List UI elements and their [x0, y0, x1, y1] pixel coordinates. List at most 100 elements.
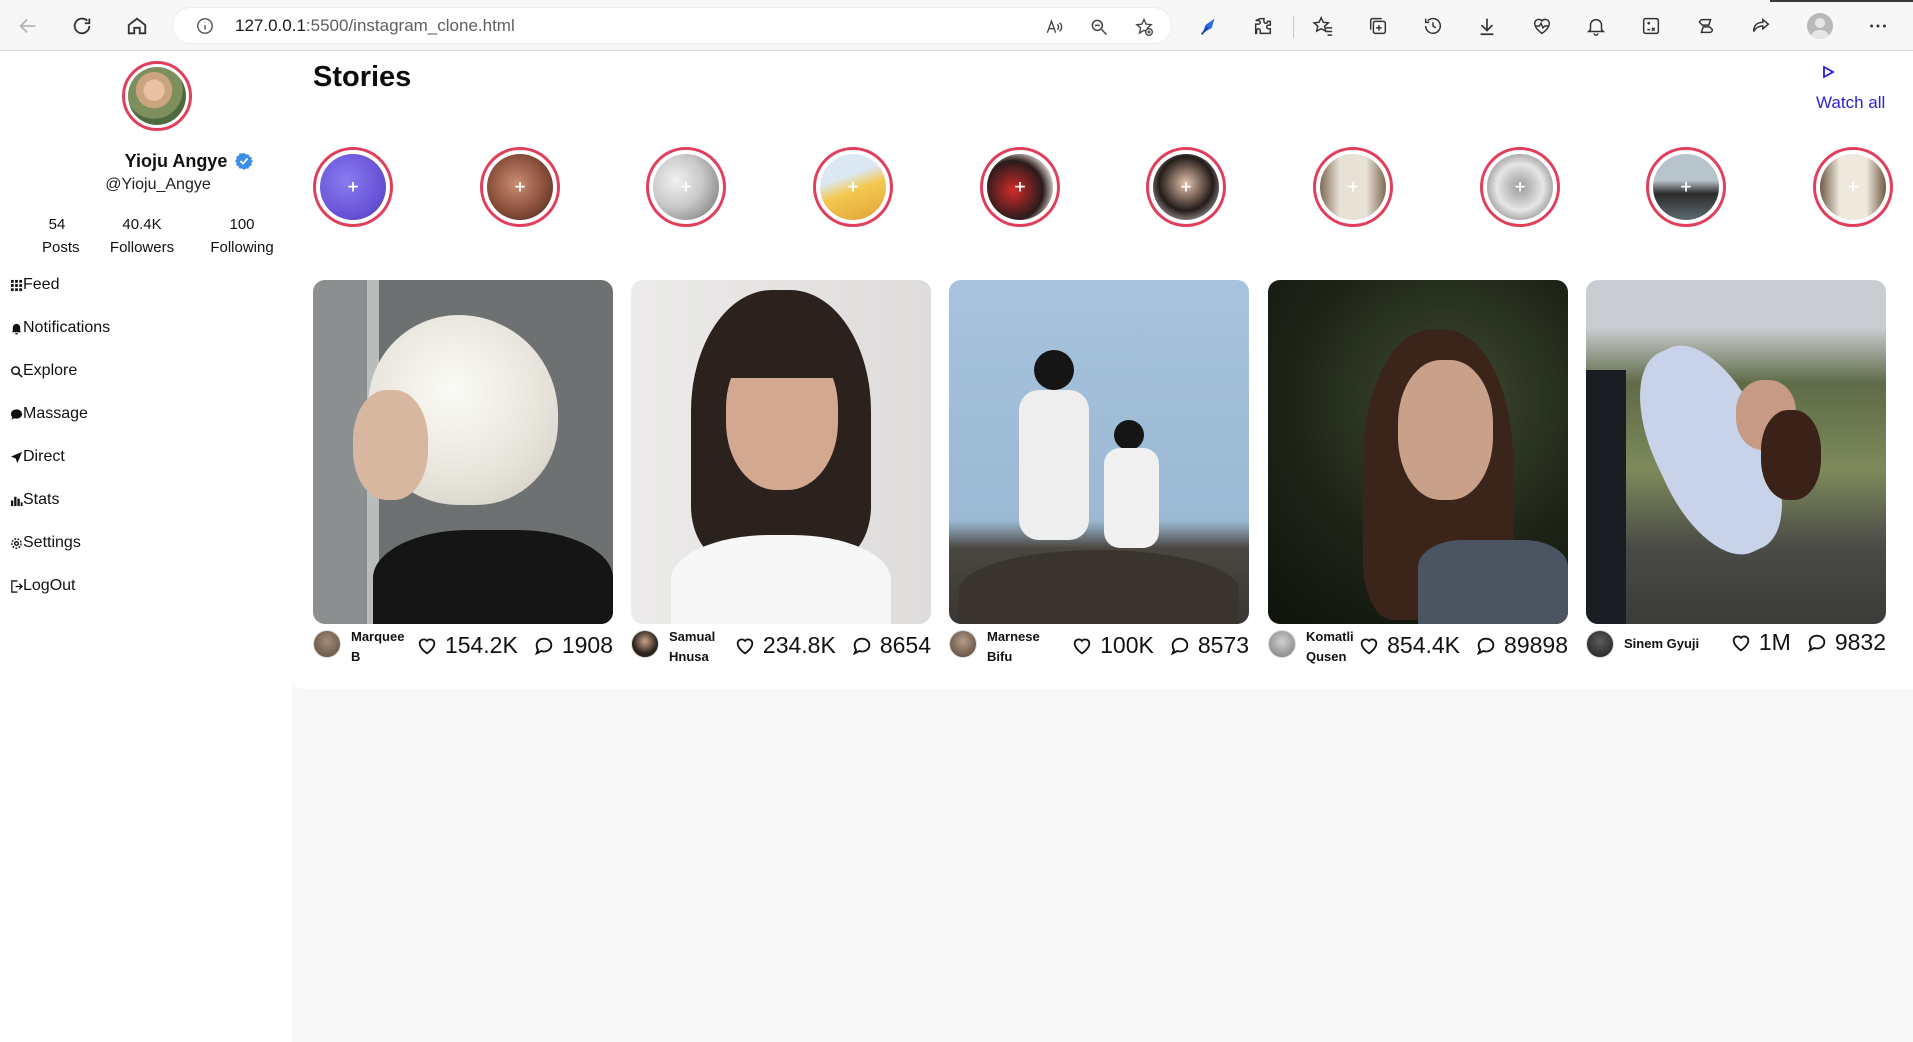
sidebar-item-logout[interactable]: LogOut — [9, 577, 110, 620]
copilot-icon[interactable] — [1690, 10, 1722, 42]
favorites-icon[interactable] — [1307, 10, 1339, 42]
sidebar-item-direct[interactable]: Direct — [9, 448, 110, 491]
refresh-icon[interactable] — [66, 10, 98, 42]
comments-count: 9832 — [1834, 629, 1886, 655]
zoom-icon[interactable] — [1088, 16, 1110, 38]
share-icon[interactable] — [1745, 10, 1777, 42]
sidebar-item-label: Settings — [23, 534, 81, 551]
story-circle[interactable]: + — [646, 147, 726, 227]
browser-profile-avatar[interactable] — [1807, 13, 1833, 39]
stat-following[interactable]: 100 Following — [205, 216, 279, 256]
home-icon[interactable] — [121, 10, 153, 42]
sidebar-item-notifications[interactable]: Notifications — [9, 319, 110, 362]
author-first: Samual — [669, 629, 716, 644]
add-story-icon: + — [679, 177, 693, 196]
stat-followers[interactable]: 40.4K Followers — [106, 216, 178, 256]
post-metrics: 234.8K 8654 — [733, 632, 931, 659]
sidebar-item-label: Direct — [23, 448, 65, 465]
play-icon[interactable] — [1819, 63, 1837, 81]
post-image[interactable] — [313, 280, 613, 624]
add-story-icon: + — [1179, 177, 1193, 196]
likes-count: 234.8K — [762, 632, 836, 658]
collections-icon[interactable] — [1362, 10, 1394, 42]
post-footer: Sinem Gyuji 1M 9832 — [1586, 624, 1886, 664]
watch-all-link[interactable]: Watch all — [1816, 93, 1885, 113]
sidebar-item-massage[interactable]: Massage — [9, 405, 110, 448]
avatar[interactable] — [313, 630, 341, 658]
avatar[interactable] — [631, 630, 659, 658]
story-circle[interactable]: + — [313, 147, 393, 227]
sidebar-item-explore[interactable]: Explore — [9, 362, 110, 405]
url-text[interactable]: 127.0.0.1:5500/instagram_clone.html — [235, 16, 515, 36]
comment-icon[interactable] — [532, 634, 556, 658]
post-author[interactable]: Marnese Bifu — [987, 627, 1057, 667]
comment-icon[interactable] — [1474, 634, 1498, 658]
story-circle[interactable]: + — [480, 147, 560, 227]
story-circle[interactable]: + — [1646, 147, 1726, 227]
profile-avatar[interactable] — [122, 61, 192, 131]
heart-icon[interactable] — [1357, 634, 1381, 658]
sidebar-item-feed[interactable]: Feed — [9, 276, 110, 319]
back-icon[interactable] — [12, 10, 44, 42]
bar-chart-icon — [9, 493, 23, 507]
author-first: Komatli — [1306, 629, 1354, 644]
chat-bubble-icon — [9, 407, 23, 421]
post-metrics: 100K 8573 — [1070, 632, 1249, 659]
comment-icon[interactable] — [1168, 634, 1192, 658]
author-last: Hnusa — [669, 649, 709, 664]
heart-icon[interactable] — [1729, 631, 1753, 655]
sidebar-item-stats[interactable]: Stats — [9, 491, 110, 534]
avatar[interactable] — [949, 630, 977, 658]
downloads-icon[interactable] — [1471, 10, 1503, 42]
site-info-icon[interactable] — [195, 16, 215, 36]
read-aloud-icon[interactable] — [1043, 16, 1065, 38]
comment-icon[interactable] — [850, 634, 874, 658]
story-circle[interactable]: + — [813, 147, 893, 227]
extension-feather-icon[interactable] — [1193, 10, 1225, 42]
story-circle[interactable]: + — [1480, 147, 1560, 227]
add-story-icon: + — [1679, 177, 1693, 196]
more-menu-icon[interactable] — [1862, 10, 1894, 42]
story-circle[interactable]: + — [980, 147, 1060, 227]
heart-icon[interactable] — [1070, 634, 1094, 658]
avatar[interactable] — [1268, 630, 1296, 658]
extensions-puzzle-icon[interactable] — [1247, 10, 1279, 42]
post-card[interactable] — [1268, 280, 1568, 625]
story-circle[interactable]: + — [1313, 147, 1393, 227]
sidebar-item-settings[interactable]: Settings — [9, 534, 110, 577]
post-author[interactable]: Samual Hnusa — [669, 627, 739, 667]
add-favorite-icon[interactable] — [1133, 16, 1155, 38]
add-story-icon: + — [846, 177, 860, 196]
stat-posts[interactable]: 54 Posts — [42, 216, 80, 256]
comments-count: 1908 — [561, 632, 613, 658]
post-author[interactable]: Sinem Gyuji — [1624, 634, 1724, 654]
logout-icon — [9, 579, 23, 593]
heart-icon[interactable] — [733, 634, 757, 658]
story-circle[interactable]: + — [1146, 147, 1226, 227]
toolbar-accent-line — [1770, 0, 1913, 2]
url-host: 127.0.0.1 — [235, 16, 306, 35]
post-image[interactable] — [1268, 280, 1568, 624]
add-story-icon: + — [1013, 177, 1027, 196]
post-image[interactable] — [949, 280, 1249, 624]
post-image[interactable] — [631, 280, 931, 624]
performance-heart-icon[interactable] — [1526, 10, 1558, 42]
add-story-icon: + — [1846, 177, 1860, 196]
heart-icon[interactable] — [415, 634, 439, 658]
post-card[interactable] — [631, 280, 931, 625]
sidebar-item-label: Feed — [23, 276, 60, 293]
post-card[interactable] — [313, 280, 613, 625]
post-card[interactable] — [1586, 280, 1886, 625]
notifications-bell-icon[interactable] — [1580, 10, 1612, 42]
history-icon[interactable] — [1417, 10, 1449, 42]
post-image[interactable] — [1586, 280, 1886, 624]
comment-icon[interactable] — [1805, 631, 1829, 655]
address-bar[interactable]: 127.0.0.1:5500/instagram_clone.html — [172, 7, 1172, 44]
post-card[interactable] — [949, 280, 1249, 625]
avatar[interactable] — [1586, 630, 1614, 658]
likes-count: 1M — [1758, 629, 1791, 655]
post-author[interactable]: Marquee B — [351, 627, 421, 667]
stat-label: Following — [210, 239, 274, 256]
story-circle[interactable]: + — [1813, 147, 1893, 227]
math-solver-icon[interactable] — [1635, 10, 1667, 42]
